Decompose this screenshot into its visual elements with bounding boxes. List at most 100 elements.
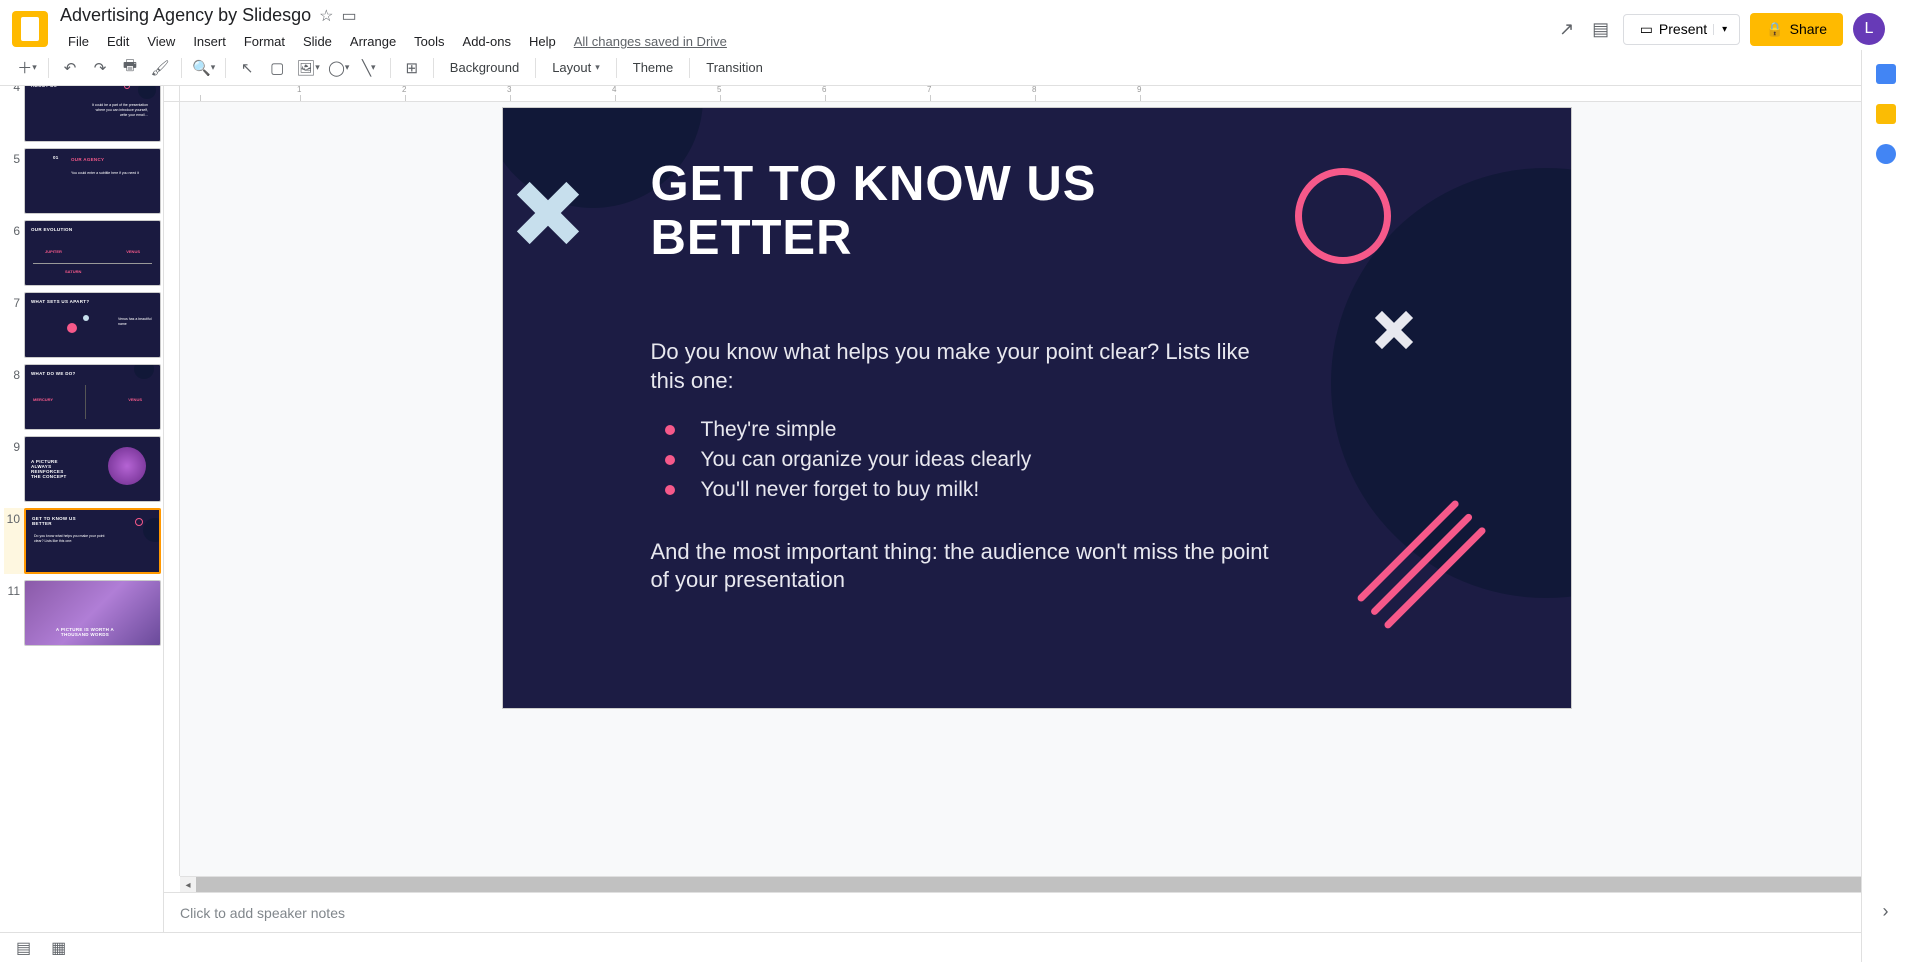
thumb-label: MERCURY [33,397,53,402]
avatar-initial: L [1865,20,1874,38]
present-icon: ▭ [1640,21,1653,38]
thumb-label: VENUS [126,249,140,254]
thumb[interactable]: OUR EVOLUTION JUPITER VENUS SATURN [24,220,161,286]
thumb-8[interactable]: 8 WHAT DO WE DO? MERCURY VENUS [4,364,161,430]
thumb[interactable]: WHAT SETS US APART? Venus has a beautifu… [24,292,161,358]
thumb-sub: 01 [53,155,59,160]
thumb-title: A PICTURE IS WORTH A THOUSAND WORDS [55,627,115,637]
thumb-num: 5 [4,148,24,166]
slide-outro-text[interactable]: And the most important thing: the audien… [651,538,1291,593]
slide-bullet-list[interactable]: They're simple You can organize your ide… [651,418,1032,508]
thumb[interactable]: WHAT DO WE DO? MERCURY VENUS [24,364,161,430]
workspace: 4 ABOUT US It could be a part of the pre… [0,86,1909,932]
new-slide-button[interactable]: ＋▾ [14,55,40,81]
filmstrip[interactable]: 4 ABOUT US It could be a part of the pre… [0,86,164,932]
title-bar: Advertising Agency by Slidesgo ☆ ▭ File … [0,0,1909,50]
bullet-text: They're simple [701,418,837,442]
horizontal-scrollbar[interactable]: ◂ ▸ [180,876,1893,892]
line-tool[interactable]: ╲▾ [356,55,382,81]
thumb-7[interactable]: 7 WHAT SETS US APART? Venus has a beauti… [4,292,161,358]
thumb-11[interactable]: 11 A PICTURE IS WORTH A THOUSAND WORDS [4,580,161,646]
thumb-num: 11 [4,580,24,598]
transition-button[interactable]: Transition [698,56,771,79]
layout-button[interactable]: Layout▾ [544,56,608,79]
canvas-area: GET TO KNOW US BETTER Do you know what h… [164,86,1909,932]
star-icon[interactable]: ☆ [319,6,333,26]
grid-view-icon[interactable]: ▦ [51,938,66,958]
undo-button[interactable]: ↶ [57,55,83,81]
slide-title[interactable]: GET TO KNOW US BETTER [651,158,1097,266]
thumb-9[interactable]: 9 A PICTURE ALWAYS REINFORCES THE CONCEP… [4,436,161,502]
slide-canvas[interactable]: GET TO KNOW US BETTER Do you know what h… [180,102,1893,876]
side-collapse-icon[interactable]: › [1883,901,1889,922]
slide-title-line1: GET TO KNOW US [651,157,1097,211]
account-avatar[interactable]: L [1853,13,1885,45]
speaker-notes[interactable]: Click to add speaker notes [164,892,1909,932]
decoration-x-icon [1372,308,1416,352]
list-item: They're simple [651,418,1032,442]
calendar-icon[interactable] [1876,64,1896,84]
comment-button[interactable]: ⊞ [399,55,425,81]
share-label: Share [1790,21,1827,37]
layout-label: Layout [552,60,591,75]
thumb-5[interactable]: 5 01 OUR AGENCY You could enter a subtit… [4,148,161,214]
thumb[interactable]: A PICTURE ALWAYS REINFORCES THE CONCEPT [24,436,161,502]
slides-logo[interactable] [12,11,48,47]
toolbar: ＋▾ ↶ ↷ 🖶 🖌 🔍▾ ↖ ▢ 🖼▾ ◯▾ ╲▾ ⊞ Background … [0,50,1909,86]
present-button[interactable]: ▭ Present ▾ [1623,14,1741,45]
thumb-10[interactable]: 10 GET TO KNOW US BETTER Do you know wha… [4,508,161,574]
move-folder-icon[interactable]: ▭ [342,6,357,26]
print-button[interactable]: 🖶 [117,55,143,81]
thumb-title: WHAT SETS US APART? [31,299,89,304]
doc-title[interactable]: Advertising Agency by Slidesgo [60,5,311,26]
present-caret-icon[interactable]: ▾ [1713,24,1727,35]
thumb[interactable]: ABOUT US It could be a part of the prese… [24,86,161,142]
lock-icon: 🔒 [1766,21,1783,38]
textbox-tool[interactable]: ▢ [264,55,290,81]
select-tool[interactable]: ↖ [234,55,260,81]
shape-tool[interactable]: ◯▾ [326,55,352,81]
activity-icon[interactable]: ↗ [1555,17,1579,41]
thumb-title: A PICTURE ALWAYS REINFORCES THE CONCEPT [31,459,71,479]
image-tool[interactable]: 🖼▾ [294,55,322,81]
thumb[interactable]: A PICTURE IS WORTH A THOUSAND WORDS [24,580,161,646]
bullet-icon [665,455,675,465]
background-button[interactable]: Background [442,56,527,79]
thumb[interactable]: 01 OUR AGENCY You could enter a subtitle… [24,148,161,214]
slide-intro-text[interactable]: Do you know what helps you make your poi… [651,338,1271,395]
redo-button[interactable]: ↷ [87,55,113,81]
thumb[interactable]: GET TO KNOW US BETTER Do you know what h… [24,508,161,574]
filmstrip-view-icon[interactable]: ▤ [16,938,31,958]
theme-button[interactable]: Theme [625,56,681,79]
zoom-button[interactable]: 🔍▾ [190,55,217,81]
thumb-title: OUR EVOLUTION [31,227,72,232]
thumb-num: 9 [4,436,24,454]
comments-icon[interactable]: ▤ [1589,17,1613,41]
list-item: You can organize your ideas clearly [651,448,1032,472]
thumb-4[interactable]: 4 ABOUT US It could be a part of the pre… [4,86,161,142]
thumb-title: GET TO KNOW US BETTER [32,516,82,526]
bullet-icon [665,425,675,435]
thumb-num: 6 [4,220,24,238]
thumb-title: ABOUT US [31,86,57,88]
share-button[interactable]: 🔒 Share [1750,13,1843,46]
footer-bar: ▤ ▦ [0,932,1909,962]
bullet-text: You can organize your ideas clearly [701,448,1032,472]
thumb-num: 10 [4,508,24,526]
decoration-ring-icon [1295,168,1391,264]
scroll-thumb[interactable] [196,877,1877,892]
slide[interactable]: GET TO KNOW US BETTER Do you know what h… [503,108,1571,708]
thumb-label: JUPITER [45,249,62,254]
thumb-6[interactable]: 6 OUR EVOLUTION JUPITER VENUS SATURN [4,220,161,286]
paint-format-button[interactable]: 🖌 [147,55,173,81]
tasks-icon[interactable] [1876,144,1896,164]
list-item: You'll never forget to buy milk! [651,478,1032,502]
keep-icon[interactable] [1876,104,1896,124]
thumb-label: SATURN [65,269,81,274]
side-panel: › [1861,50,1909,962]
decoration-x-icon [513,178,583,248]
thumb-num: 8 [4,364,24,382]
slide-title-line2: BETTER [651,211,853,265]
ruler-horizontal [180,86,1893,102]
thumb-label: VENUS [128,397,142,402]
